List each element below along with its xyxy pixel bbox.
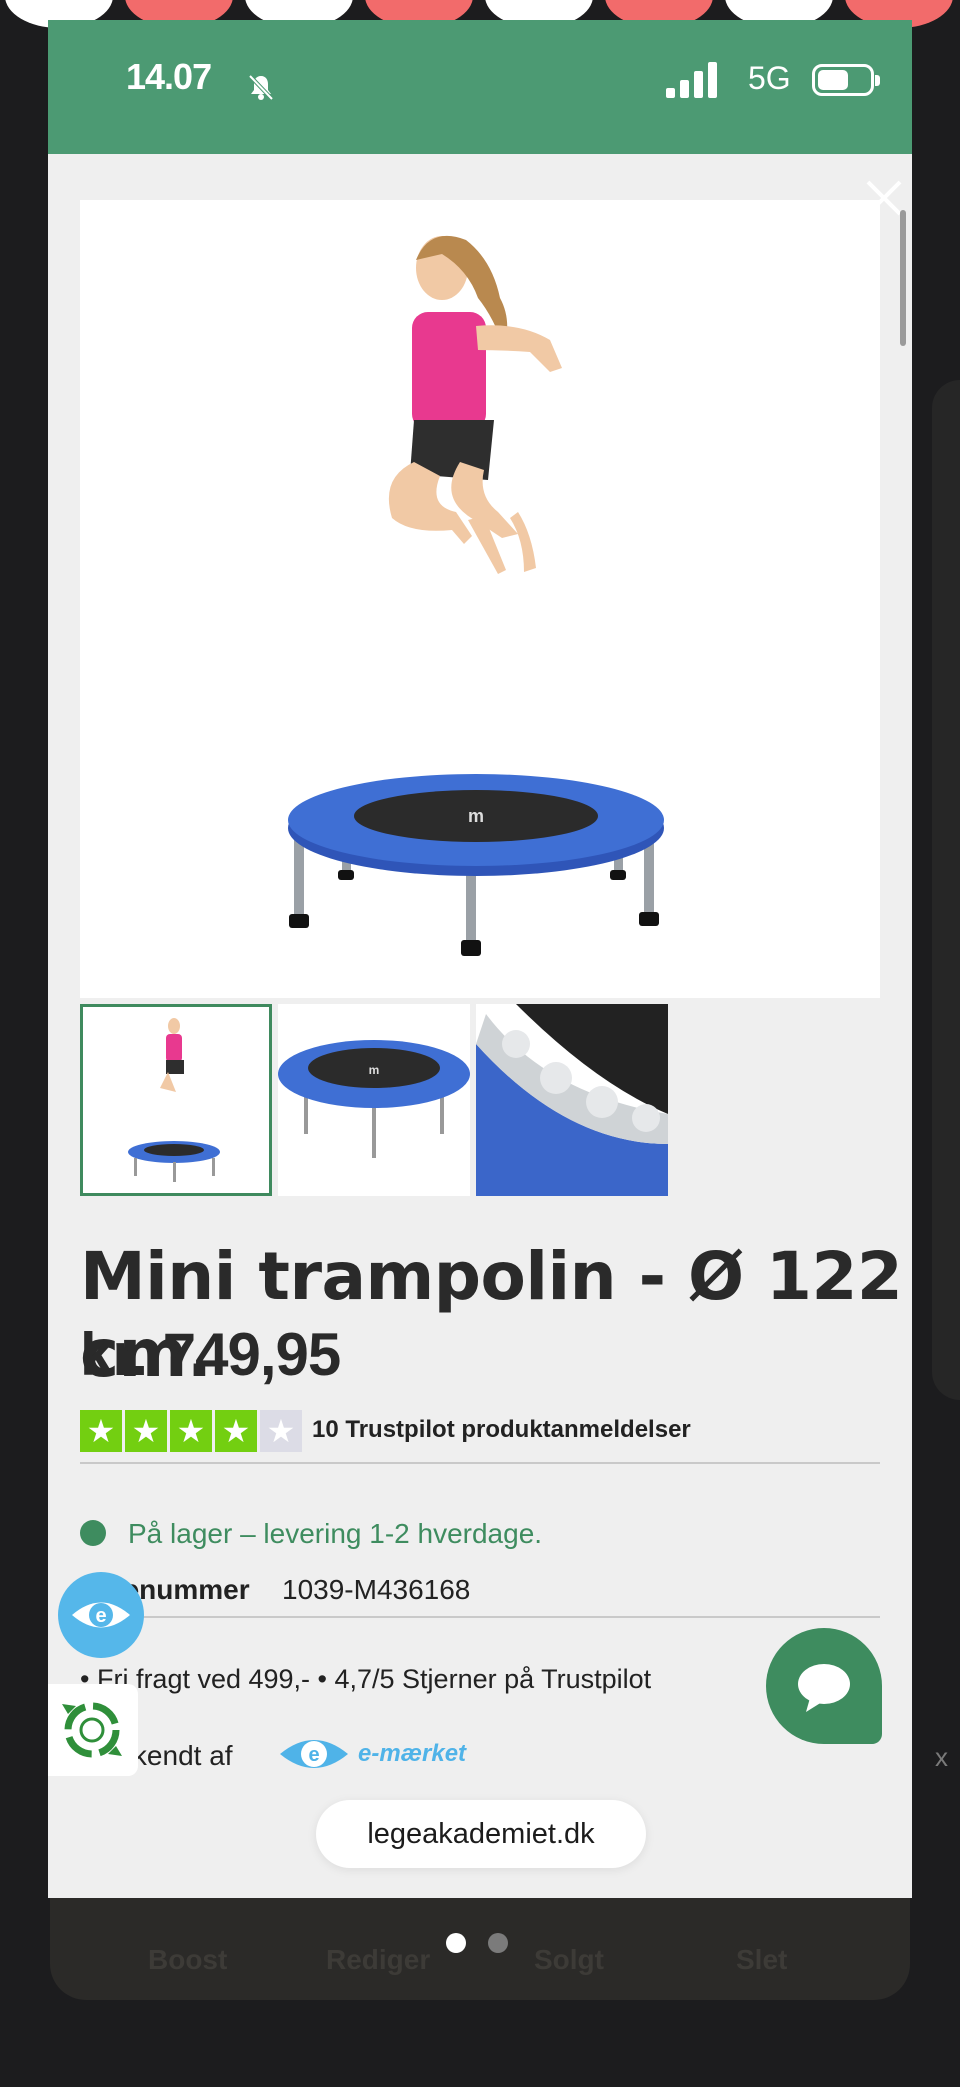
boost-button: Boost bbox=[148, 1944, 228, 1975]
recycle-badge-icon[interactable] bbox=[48, 1684, 138, 1776]
thumbnail-3[interactable] bbox=[476, 1004, 668, 1196]
background-card-edge bbox=[932, 380, 960, 1400]
screenshot-card: 14.07 5G m m Mini trampolin - Ø 122 cm. … bbox=[48, 20, 912, 1898]
divider bbox=[80, 1462, 880, 1464]
star-icon: ★ bbox=[125, 1410, 167, 1452]
e-maerket-eye-icon: e bbox=[280, 1740, 348, 1768]
thumbnail-2[interactable]: m bbox=[278, 1004, 470, 1196]
battery-icon bbox=[812, 64, 880, 96]
product-main-image[interactable]: m bbox=[80, 200, 880, 998]
status-bar: 14.07 5G bbox=[48, 20, 912, 154]
bell-muted-icon bbox=[248, 74, 274, 101]
trustpilot-reviews-link[interactable]: 10 Trustpilot produktanmeldelser bbox=[312, 1416, 691, 1444]
star-empty-icon: ★ bbox=[260, 1410, 302, 1452]
star-icon: ★ bbox=[170, 1410, 212, 1452]
sku-value: 1039-M436168 bbox=[282, 1574, 471, 1605]
page-dot-active[interactable] bbox=[446, 1933, 466, 1953]
url-domain-pill[interactable]: legeakademiet.dk bbox=[316, 1800, 646, 1868]
edit-button: Rediger bbox=[326, 1944, 431, 1975]
e-maerket-text: e-mærket bbox=[358, 1740, 467, 1767]
product-price: kr. 749,95 bbox=[80, 1321, 341, 1388]
page-indicator bbox=[446, 1933, 508, 1953]
stock-status-dot bbox=[80, 1520, 106, 1546]
trustpilot-stars: ★ ★ ★ ★ ★ bbox=[80, 1410, 302, 1452]
divider bbox=[80, 1616, 880, 1618]
star-icon: ★ bbox=[215, 1410, 257, 1452]
signal-icon bbox=[666, 62, 717, 98]
status-time: 14.07 bbox=[126, 56, 212, 97]
svg-text:m: m bbox=[468, 806, 484, 826]
e-maerket-badge[interactable]: e e-mærket bbox=[278, 1732, 466, 1776]
delete-button: Slet bbox=[736, 1944, 788, 1975]
svg-text:m: m bbox=[369, 1063, 380, 1077]
e-maerket-floating-badge[interactable]: e bbox=[58, 1572, 144, 1658]
background-close-icon: x bbox=[935, 1742, 948, 1772]
thumbnail-1[interactable] bbox=[80, 1004, 272, 1196]
svg-text:e: e bbox=[308, 1744, 319, 1766]
chat-icon bbox=[798, 1664, 850, 1712]
trampoline-graphic: m bbox=[288, 774, 664, 956]
girl-figure bbox=[388, 235, 562, 574]
scrollbar[interactable] bbox=[900, 210, 906, 346]
star-icon: ★ bbox=[80, 1410, 122, 1452]
svg-text:e: e bbox=[95, 1605, 106, 1627]
page-dot[interactable] bbox=[488, 1933, 508, 1953]
sold-button: Solgt bbox=[534, 1944, 604, 1975]
stock-status: På lager – levering 1-2 hverdage. bbox=[128, 1518, 543, 1549]
shipping-perks: • Fri fragt ved 499,- • 4,7/5 Stjerner p… bbox=[80, 1664, 652, 1694]
chat-button[interactable] bbox=[766, 1628, 882, 1744]
network-type: 5G bbox=[748, 60, 791, 96]
